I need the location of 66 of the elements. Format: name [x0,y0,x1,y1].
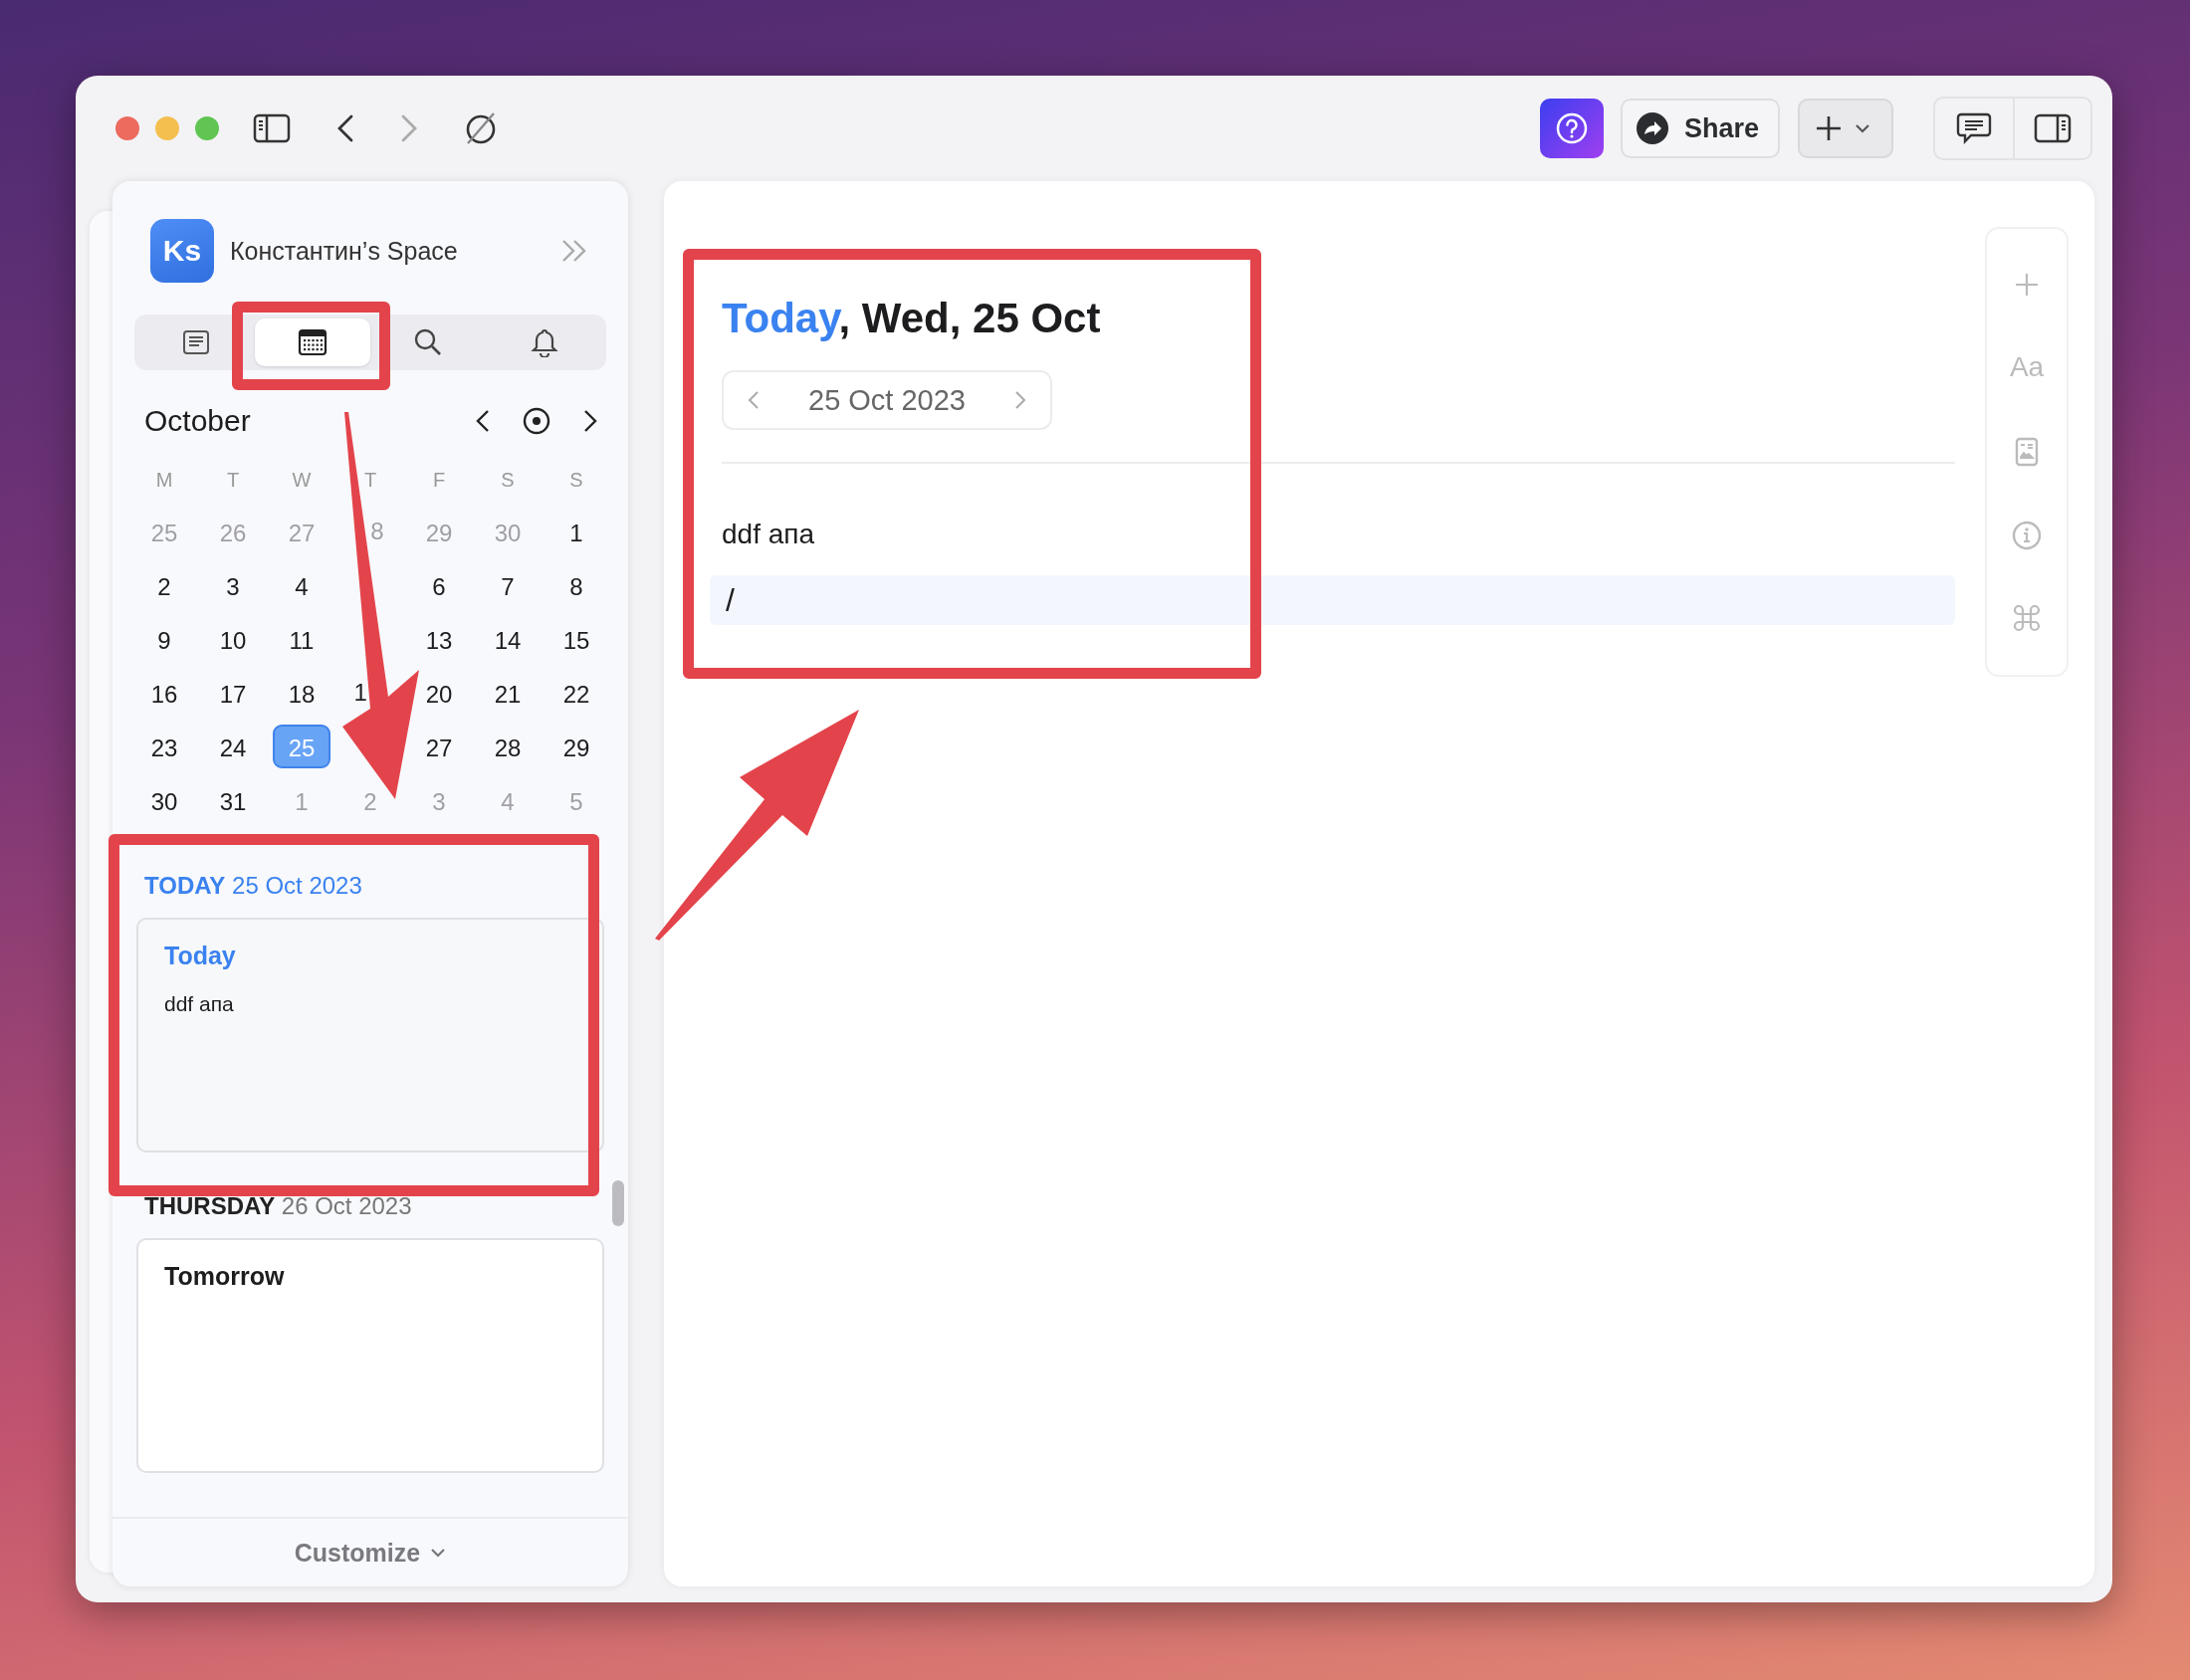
space-name[interactable]: Константин’s Space [230,236,545,266]
sidebar-tab[interactable] [254,318,370,366]
calendar-day[interactable]: 20 [410,671,468,715]
calendar-day[interactable]: 10 [204,617,262,661]
calendar-day[interactable]: 2 [135,563,193,607]
calendar-day[interactable]: 23 [135,725,193,768]
weekday-label: S [568,468,584,493]
calendar-day[interactable]: 17 [204,671,262,715]
calendar-day[interactable]: 16 [135,671,193,715]
month-title: October [144,404,252,438]
speech-bubble-icon [1956,111,1992,145]
space-avatar[interactable]: Ks [150,219,214,283]
weekday-label: T [362,468,378,493]
calendar-day[interactable]: 30 [135,778,193,822]
customize-button[interactable]: Customize [288,1537,453,1569]
question-icon [1555,111,1589,145]
bell-icon [530,327,558,357]
calendar-day[interactable]: 22 [548,671,605,715]
calendar-day[interactable]: 18 [273,671,330,715]
calendar-day[interactable]: 9 [135,617,193,661]
day-note-card[interactable]: Tomorrow [136,1238,604,1473]
calendar-day[interactable]: 24 [204,725,262,768]
calendar-day[interactable]: 14 [479,617,537,661]
help-button[interactable] [1540,99,1604,158]
calendar-day[interactable]: 8 [548,563,605,607]
day-heading: TODAY 25 Oct 2023 [143,872,363,900]
note-title: Tomorrow [164,1262,286,1291]
caret-icon [430,1547,447,1559]
scrollbar-thumb[interactable] [612,1180,624,1226]
right-panel-icon [2034,113,2072,143]
calendar-icon [297,328,328,356]
note-title: Today [164,942,237,970]
calendar-day[interactable]: 7 [479,563,537,607]
calendar-day[interactable]: 15 [548,617,605,661]
weekday-label: M [154,468,174,493]
calendar-day[interactable]: 31 [204,778,262,822]
share-button[interactable]: Share [1621,99,1780,158]
calendar-day[interactable]: 13 [410,617,468,661]
note-text: ddf апа [164,992,235,1016]
calendar-day[interactable]: 28 [479,725,537,768]
day-note-card[interactable]: Today ddf апа [136,918,604,1153]
document-icon [182,329,211,355]
weekday-label: F [431,468,447,493]
next-month-icon[interactable] [582,408,598,434]
page-title: Today, Wed, 25 Oct [722,295,1102,342]
calendar-day[interactable]: 27 [410,725,468,768]
calendar-day[interactable]: 6 [410,563,468,607]
previous-month-icon[interactable] [475,408,491,434]
calendar-day[interactable]: 11 [273,617,330,661]
slashed-circle-icon[interactable] [464,111,498,145]
calendar-day[interactable]: 29 [548,725,605,768]
weekday-label: T [225,468,241,493]
sidebar-toggle-icon[interactable] [253,113,291,143]
editor-line[interactable]: ddf апа [722,510,1955,559]
today-target-icon[interactable] [523,407,550,435]
day-heading: THURSDAY 26 Oct 2023 [143,1192,413,1220]
weekday-label: W [291,468,313,493]
calendar-day[interactable]: 1 [353,671,367,715]
close-button[interactable] [115,116,139,140]
calendar-day[interactable]: 4 [273,563,330,607]
add-menu-button[interactable] [1798,99,1893,158]
calendar-day[interactable]: 3 [204,563,262,607]
weekday-label: S [500,468,516,493]
calendar-day[interactable]: 21 [479,671,537,715]
back-icon[interactable] [336,113,354,143]
calendar-day[interactable]: 1 [548,510,605,553]
